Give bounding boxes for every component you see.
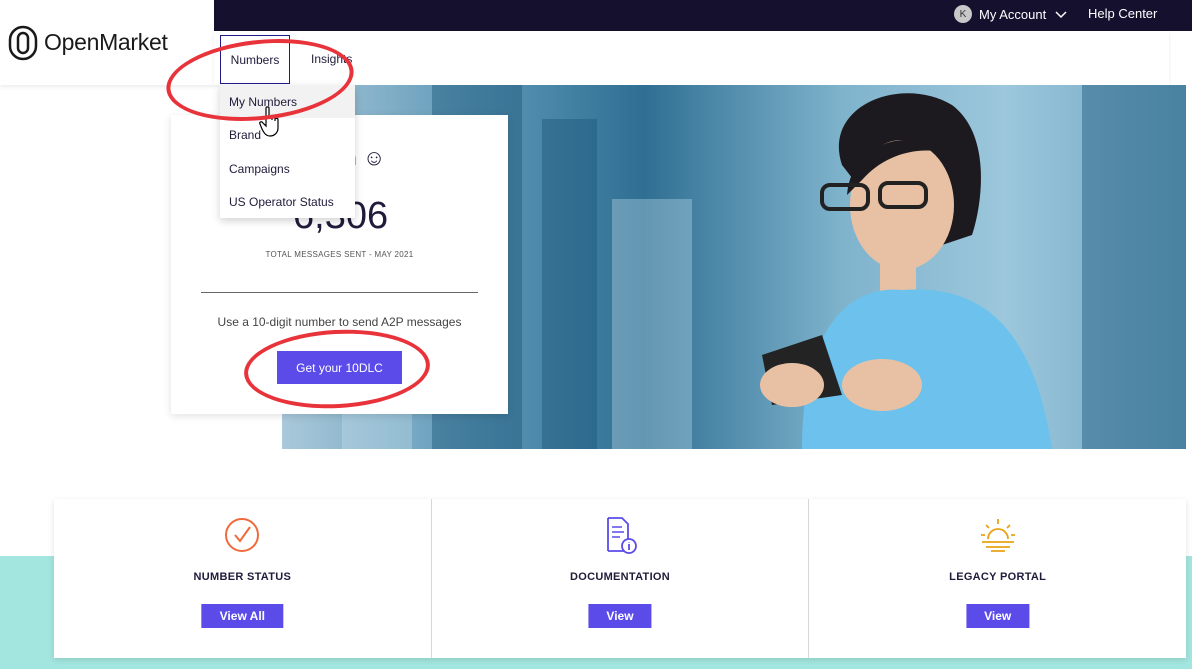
divider [201, 292, 478, 293]
help-center-link[interactable]: Help Center [1088, 6, 1157, 21]
logo[interactable]: OpenMarket [0, 0, 214, 85]
tile-title: LEGACY PORTAL [949, 571, 1047, 583]
total-messages-caption: TOTAL MESSAGES SENT - MAY 2021 [265, 250, 414, 259]
my-account-label: My Account [979, 6, 1047, 22]
view-documentation-button[interactable]: View [588, 604, 652, 628]
dropdown-item-us-operator-status[interactable]: US Operator Status [220, 185, 355, 218]
tile-title: DOCUMENTATION [569, 571, 671, 583]
brand-name: OpenMarket [44, 29, 168, 55]
main-nav: Numbers Insights [214, 31, 1169, 85]
dropdown-item-my-numbers[interactable]: My Numbers [220, 85, 355, 118]
smile-icon: ☺ [362, 145, 386, 170]
numbers-dropdown: My Numbers Brand Campaigns US Operator S… [220, 85, 355, 218]
dropdown-item-brand[interactable]: Brand [220, 118, 355, 151]
avatar: K [954, 5, 972, 23]
dropdown-item-campaigns[interactable]: Campaigns [220, 152, 355, 185]
my-account-menu[interactable]: K My Account [954, 4, 1069, 24]
tile-documentation: DOCUMENTATION View [432, 499, 810, 658]
check-circle-icon [225, 518, 260, 552]
get-10dlc-button[interactable]: Get your 10DLC [277, 351, 402, 384]
quick-links: NUMBER STATUS View All DOCUMENTATION Vie… [54, 499, 1186, 658]
tile-title: NUMBER STATUS [193, 571, 292, 583]
tile-number-status: NUMBER STATUS View All [54, 499, 432, 658]
chevron-down-icon [1055, 11, 1067, 19]
nav-insights[interactable]: Insights [311, 52, 352, 66]
top-bar: K My Account Help Center [214, 0, 1192, 31]
view-all-button[interactable]: View All [201, 604, 284, 628]
10dlc-hint: Use a 10-digit number to send A2P messag… [217, 315, 462, 329]
document-info-icon [607, 517, 637, 554]
tile-legacy-portal: LEGACY PORTAL View [809, 499, 1186, 658]
view-legacy-portal-button[interactable]: View [966, 604, 1030, 628]
openmarket-logo-icon [8, 25, 38, 60]
nav-numbers[interactable]: Numbers [220, 35, 290, 84]
sunrise-icon [980, 519, 1015, 552]
hand-cursor-icon [259, 106, 279, 137]
woman-with-phone-image [760, 93, 1052, 449]
